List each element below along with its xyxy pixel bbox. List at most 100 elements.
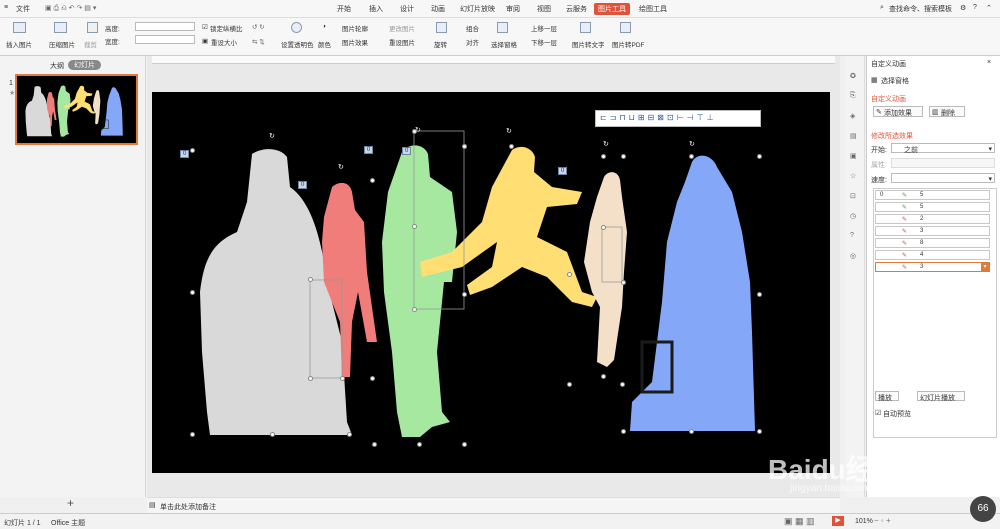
- resize-handle[interactable]: [689, 429, 694, 434]
- resize-handle[interactable]: [601, 154, 606, 159]
- add-slide-button[interactable]: +: [67, 496, 74, 510]
- select-pane-button[interactable]: 选择窗格: [491, 39, 517, 49]
- resize-handle[interactable]: [757, 154, 762, 159]
- align-button[interactable]: 对齐: [466, 37, 479, 47]
- slide-canvas[interactable]: ⊏⊐⊓⊔⊞⊟⊠⊡⊢⊣⊤⊥ 0 0 0 0 0 ↻ ↻ ↻ ↻ ↻ ↻: [152, 92, 830, 473]
- resize-handle[interactable]: [757, 292, 762, 297]
- tab-animation[interactable]: 动画: [431, 4, 445, 14]
- start-select[interactable]: 之前 ▾: [891, 143, 995, 154]
- rotate-small-icons[interactable]: ↺ ↻ ⇆ ⇅: [252, 23, 265, 46]
- chevron-down-icon[interactable]: ▾: [981, 263, 989, 271]
- anim-tag[interactable]: 0: [180, 150, 190, 158]
- play-button[interactable]: 播放: [875, 391, 899, 402]
- search-command[interactable]: 查找命令、搜索模板: [889, 4, 952, 14]
- bring-forward-button[interactable]: 上移一层: [531, 23, 557, 33]
- anim-tag[interactable]: 0: [402, 147, 412, 155]
- speed-select[interactable]: ▾: [891, 173, 995, 183]
- rotate-handle-icon[interactable]: ↻: [689, 140, 695, 148]
- width-input[interactable]: [135, 35, 195, 44]
- height-input[interactable]: [135, 22, 195, 31]
- view-buttons-icon[interactable]: ▣ ▦ ▥: [784, 516, 815, 527]
- color-button[interactable]: 颜色: [318, 39, 331, 49]
- rotate-button[interactable]: 旋转: [434, 39, 447, 49]
- resize-handle[interactable]: [689, 154, 694, 159]
- tab-picture-tools[interactable]: 图片工具: [594, 3, 630, 15]
- resize-handle[interactable]: [462, 442, 467, 447]
- rotate-handle-icon[interactable]: ↻: [269, 132, 275, 140]
- resize-handle[interactable]: [412, 129, 417, 134]
- zoom-slider-icon[interactable]: − ◦ +: [874, 516, 891, 525]
- add-effect-button[interactable]: ✎ 添加效果: [873, 106, 923, 117]
- rotate-handle-icon[interactable]: ↻: [506, 127, 512, 135]
- shape-icon[interactable]: ◈: [850, 112, 855, 120]
- resize-handle[interactable]: [412, 224, 417, 229]
- settings-icon[interactable]: ⚙: [960, 4, 966, 12]
- align-tool-icons[interactable]: ⊏⊐⊓⊔⊞⊟⊠⊡⊢⊣⊤⊥: [600, 113, 717, 122]
- notes-placeholder[interactable]: 单击此处添加备注: [160, 502, 216, 512]
- quick-access-icons[interactable]: ▣ ⎙ ⎌ ↶ ↷ ▤ ▾: [45, 4, 96, 13]
- file-menu-icon[interactable]: ≡: [4, 4, 8, 11]
- resize-handle[interactable]: [601, 374, 606, 379]
- pic-to-text-button[interactable]: 图片转文字: [572, 39, 605, 49]
- box-icon[interactable]: ⊡: [850, 192, 856, 200]
- tab-design[interactable]: 设计: [400, 4, 414, 14]
- tab-drawing-tools[interactable]: 绘图工具: [639, 4, 667, 14]
- resize-handle[interactable]: [601, 225, 606, 230]
- set-transparent-button[interactable]: 设置透明色: [281, 39, 314, 49]
- close-pane-icon[interactable]: ×: [987, 59, 991, 66]
- help-icon[interactable]: ?: [850, 232, 854, 239]
- resize-handle[interactable]: [190, 432, 195, 437]
- resize-handle[interactable]: [190, 148, 195, 153]
- resize-handle[interactable]: [270, 432, 275, 437]
- compress-picture-button[interactable]: 压缩图片: [49, 39, 75, 49]
- resize-handle[interactable]: [757, 429, 762, 434]
- insert-picture-button[interactable]: 插入图片: [6, 39, 32, 49]
- resize-handle[interactable]: [340, 376, 345, 381]
- star-icon[interactable]: ☆: [850, 172, 856, 180]
- resize-handle[interactable]: [347, 432, 352, 437]
- help-icon[interactable]: ?: [973, 4, 977, 11]
- anim-tag[interactable]: 0: [298, 181, 308, 189]
- tab-review[interactable]: 审阅: [506, 4, 520, 14]
- tab-cloud[interactable]: 云服务: [566, 4, 587, 14]
- reset-picture-button[interactable]: 重设图片: [389, 37, 415, 47]
- change-picture-button[interactable]: 更改图片: [389, 23, 415, 33]
- clock-icon[interactable]: ◷: [850, 212, 856, 220]
- list-item[interactable]: 0 ✎ 5: [875, 190, 990, 200]
- property-select[interactable]: [891, 158, 995, 168]
- crop-button[interactable]: 裁剪: [84, 39, 97, 49]
- resize-handle[interactable]: [509, 144, 514, 149]
- copy-icon[interactable]: ⎘: [850, 92, 856, 100]
- resize-handle[interactable]: [370, 376, 375, 381]
- resize-handle[interactable]: [621, 429, 626, 434]
- anim-tag[interactable]: 0: [364, 146, 374, 154]
- rotate-handle-icon[interactable]: ↻: [338, 163, 344, 171]
- resize-handle[interactable]: [372, 442, 377, 447]
- picture-outline-button[interactable]: 图片轮廓: [342, 23, 368, 33]
- resize-handle[interactable]: [621, 154, 626, 159]
- tab-outline[interactable]: 大纲: [50, 61, 64, 71]
- resize-handle[interactable]: [462, 292, 467, 297]
- reset-size-button[interactable]: 重设大小: [211, 37, 237, 47]
- list-item[interactable]: ✎ 3 ▾: [875, 262, 990, 272]
- resize-handle[interactable]: [567, 272, 572, 277]
- image-icon[interactable]: ▣: [850, 152, 857, 160]
- resize-handle[interactable]: [308, 277, 313, 282]
- slide-thumbnail[interactable]: [15, 74, 138, 145]
- list-item[interactable]: ✎ 3: [875, 226, 990, 236]
- anim-tag[interactable]: 0: [558, 167, 568, 175]
- list-item[interactable]: ✎ 4: [875, 250, 990, 260]
- play-slideshow-icon[interactable]: ▶: [832, 516, 844, 526]
- resize-handle[interactable]: [370, 178, 375, 183]
- slideshow-button[interactable]: 幻灯片播放: [917, 391, 965, 402]
- delete-button[interactable]: ▥ 删除: [929, 106, 965, 117]
- tab-insert[interactable]: 插入: [369, 4, 383, 14]
- rotate-handle-icon[interactable]: ↻: [603, 140, 609, 148]
- collapse-ribbon-icon[interactable]: ⌃: [986, 4, 992, 12]
- tab-view[interactable]: 视图: [537, 4, 551, 14]
- autopreview-checkbox[interactable]: ☑: [875, 409, 881, 417]
- search-icon[interactable]: ⌕: [880, 4, 884, 12]
- resize-handle[interactable]: [417, 442, 422, 447]
- resize-handle[interactable]: [462, 144, 467, 149]
- layers-icon[interactable]: ▤: [850, 132, 857, 140]
